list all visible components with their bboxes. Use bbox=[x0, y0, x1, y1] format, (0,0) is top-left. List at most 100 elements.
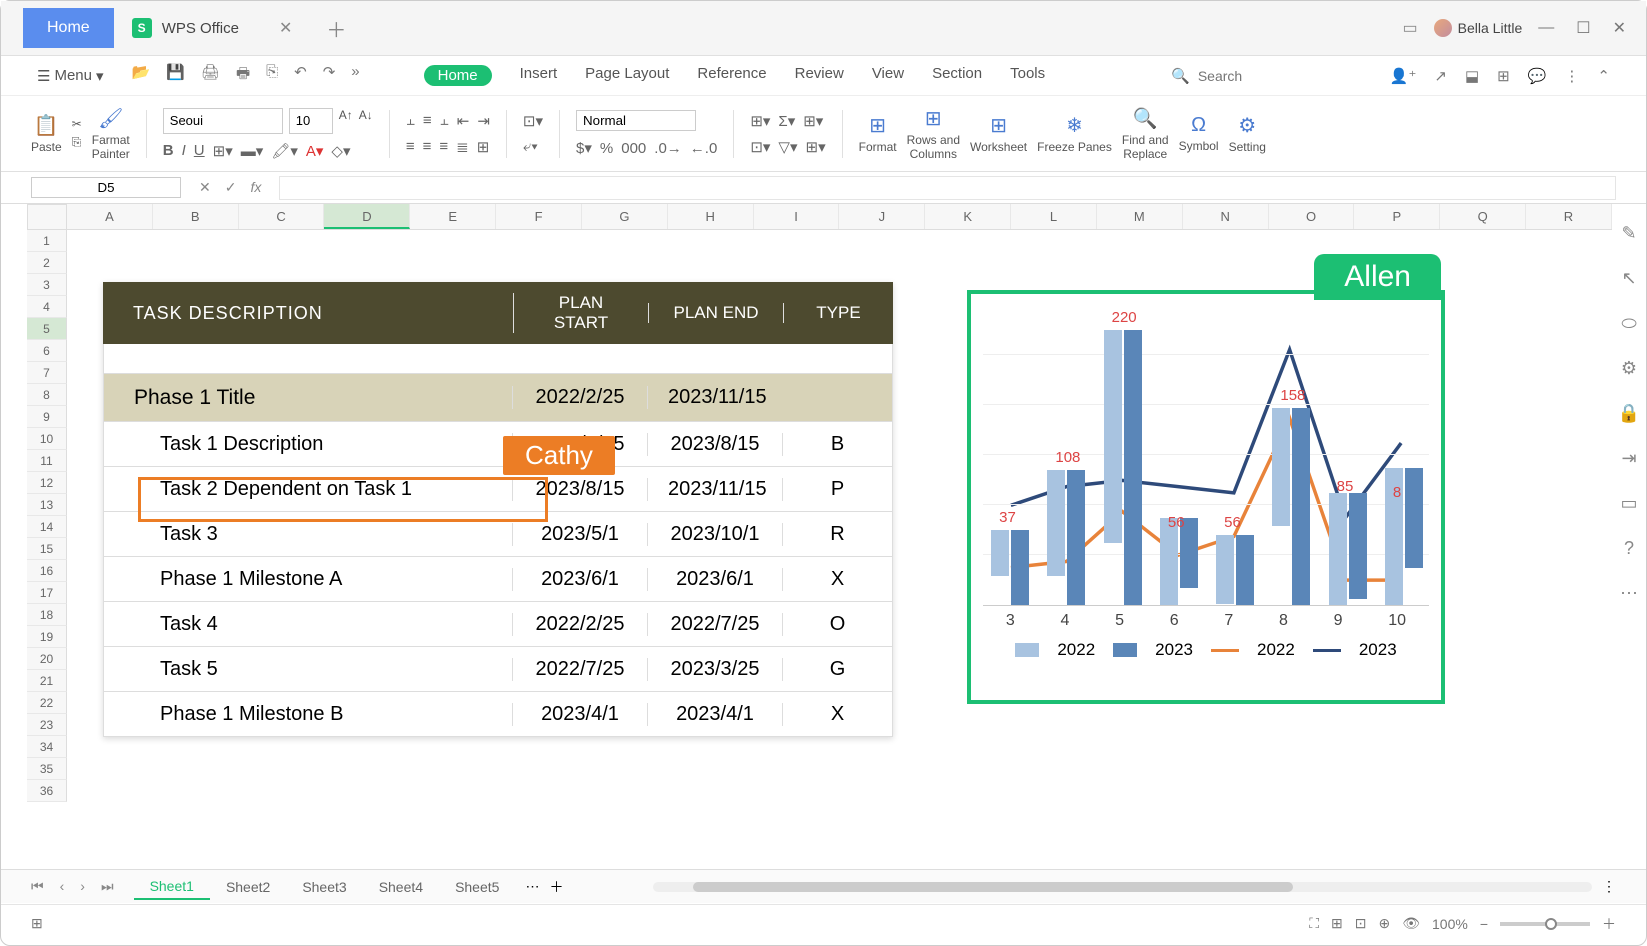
italic-icon[interactable]: I bbox=[182, 142, 186, 159]
hamburger-menu[interactable]: ☰ Menu ▾ bbox=[37, 67, 104, 85]
lock-icon[interactable]: 🔒 bbox=[1618, 403, 1640, 424]
embedded-chart[interactable]: Allen 371082205656158858 345678910 2022 … bbox=[967, 290, 1445, 704]
highlight-icon[interactable]: 🖍▾ bbox=[271, 142, 298, 160]
layout-icon[interactable]: ▭ bbox=[1403, 18, 1418, 38]
save-icon[interactable]: 💾 bbox=[166, 63, 185, 88]
decrease-indent-icon[interactable]: ⇤ bbox=[457, 112, 470, 130]
prev-sheet-icon[interactable]: ‹ bbox=[60, 878, 65, 895]
last-sheet-icon[interactable]: ⏭ bbox=[101, 878, 114, 895]
bold-icon[interactable]: B bbox=[163, 142, 174, 159]
notifications-icon[interactable]: ⊞ bbox=[1497, 67, 1510, 85]
fill-color-icon[interactable]: ▬▾ bbox=[241, 142, 264, 160]
increase-indent-icon[interactable]: ⇥ bbox=[477, 112, 490, 130]
share-icon[interactable]: ↗ bbox=[1434, 67, 1447, 85]
next-sheet-icon[interactable]: › bbox=[80, 878, 85, 895]
align-right-icon[interactable]: ≡ bbox=[439, 138, 448, 155]
merge-icon[interactable]: ⊡▾ bbox=[523, 112, 543, 130]
undo-icon[interactable]: ↶ bbox=[294, 63, 307, 88]
home-app-tab[interactable]: Home bbox=[23, 8, 114, 48]
setting-button[interactable]: ⚙Setting bbox=[1229, 113, 1266, 154]
decrease-decimal-icon[interactable]: ←.0 bbox=[690, 140, 718, 157]
tab-insert[interactable]: Insert bbox=[520, 65, 558, 86]
redo-icon[interactable]: ↷ bbox=[323, 63, 336, 88]
percent-icon[interactable]: % bbox=[600, 140, 613, 157]
new-tab-button[interactable]: ＋ bbox=[326, 14, 346, 43]
fx-icon[interactable]: fx bbox=[250, 179, 261, 196]
document-tab[interactable]: S WPS Office ✕ bbox=[118, 8, 307, 48]
zoom-slider[interactable] bbox=[1500, 922, 1590, 926]
format-button[interactable]: ⊞Format bbox=[859, 113, 897, 154]
view-page-icon[interactable]: ⊡ bbox=[1355, 915, 1367, 932]
panel-icon[interactable]: ▭ bbox=[1620, 493, 1637, 514]
zoom-out-icon[interactable]: − bbox=[1480, 916, 1488, 932]
export-icon[interactable]: ⎘ bbox=[266, 63, 278, 88]
font-size-select[interactable] bbox=[289, 108, 333, 134]
table-style-icon[interactable]: ⊞▾ bbox=[750, 112, 770, 130]
autosum-icon[interactable]: Σ▾ bbox=[778, 112, 795, 130]
increase-decimal-icon[interactable]: .0→ bbox=[654, 140, 682, 157]
tab-reference[interactable]: Reference bbox=[697, 65, 766, 86]
table-row[interactable]: Phase 1 Milestone B2023/4/12023/4/1X bbox=[103, 692, 893, 737]
export-side-icon[interactable]: ⇥ bbox=[1621, 448, 1636, 469]
table-row[interactable]: Task 2 Dependent on Task 12023/8/152023/… bbox=[103, 467, 893, 512]
paste-button[interactable]: 📋 Paste bbox=[31, 113, 62, 154]
help-icon[interactable]: ? bbox=[1624, 538, 1634, 559]
maximize-icon[interactable]: ☐ bbox=[1576, 18, 1590, 38]
rows-cols-button[interactable]: ⊞Rows and Columns bbox=[907, 106, 960, 161]
collapse-ribbon-icon[interactable]: ⌃ bbox=[1597, 67, 1610, 85]
filter-icon[interactable]: ▽▾ bbox=[778, 138, 797, 156]
sort-icon[interactable]: ⊞▾ bbox=[803, 112, 823, 130]
table-row[interactable]: Task 32023/5/12023/10/1R bbox=[103, 512, 893, 557]
select-all-corner[interactable] bbox=[27, 204, 67, 230]
sheet-list-icon[interactable]: ⋯ bbox=[525, 878, 539, 895]
justify-icon[interactable]: ≣ bbox=[456, 138, 469, 156]
distribute-icon[interactable]: ⊞ bbox=[477, 138, 490, 156]
worksheet-button[interactable]: ⊞Worksheet bbox=[970, 113, 1027, 154]
print-icon[interactable]: 🖶 bbox=[236, 63, 250, 88]
scroll-options-icon[interactable]: ⋮ bbox=[1602, 878, 1616, 895]
share-user-icon[interactable]: 👤⁺ bbox=[1390, 67, 1417, 85]
horizontal-scrollbar[interactable] bbox=[653, 882, 1592, 892]
formula-input[interactable] bbox=[279, 176, 1616, 200]
cut-icon[interactable]: ✂ bbox=[72, 117, 82, 131]
clear-format-icon[interactable]: ◇▾ bbox=[331, 142, 350, 160]
align-bottom-icon[interactable]: ⫠ bbox=[440, 112, 449, 129]
minimize-icon[interactable]: — bbox=[1538, 19, 1554, 37]
currency-icon[interactable]: $▾ bbox=[576, 139, 592, 157]
number-format-select[interactable] bbox=[576, 110, 696, 131]
cancel-formula-icon[interactable]: ✕ bbox=[199, 179, 211, 196]
tab-page-layout[interactable]: Page Layout bbox=[585, 65, 669, 86]
open-icon[interactable]: 📂 bbox=[132, 63, 151, 88]
sheet-tab-5[interactable]: Sheet5 bbox=[439, 875, 515, 899]
increase-font-icon[interactable]: A↑ bbox=[339, 108, 353, 134]
table-row[interactable]: Task 52022/7/252023/3/25G bbox=[103, 647, 893, 692]
align-center-icon[interactable]: ≡ bbox=[423, 138, 432, 155]
freeze-panes-button[interactable]: ❄Freeze Panes bbox=[1037, 113, 1112, 154]
decrease-font-icon[interactable]: A↓ bbox=[359, 108, 373, 134]
cells-area[interactable]: TASK DESCRIPTION PLAN START PLAN END TYP… bbox=[67, 230, 1612, 804]
tab-view[interactable]: View bbox=[872, 65, 904, 86]
search-input[interactable] bbox=[1198, 68, 1358, 84]
underline-icon[interactable]: U bbox=[194, 142, 205, 159]
cursor-icon[interactable]: ↖ bbox=[1621, 268, 1636, 289]
more-icon[interactable]: ⋯ bbox=[1620, 583, 1638, 604]
tab-tools[interactable]: Tools bbox=[1010, 65, 1045, 86]
cell-style-icon[interactable]: ⊡▾ bbox=[750, 138, 770, 156]
table-row[interactable]: Task 42022/2/252022/7/25O bbox=[103, 602, 893, 647]
align-middle-icon[interactable]: ≡ bbox=[423, 112, 432, 129]
table-row[interactable]: Phase 1 Milestone A2023/6/12023/6/1X bbox=[103, 557, 893, 602]
tab-home[interactable]: Home bbox=[424, 65, 492, 86]
accept-formula-icon[interactable]: ✓ bbox=[225, 179, 237, 196]
close-tab-icon[interactable]: ✕ bbox=[279, 18, 292, 38]
app-menu-icon[interactable]: ⊞ bbox=[31, 915, 43, 932]
sheet-tab-2[interactable]: Sheet2 bbox=[210, 875, 286, 899]
spreadsheet-grid[interactable]: ABCDEFGHIJKLMNOPQR 123456789101112131415… bbox=[1, 204, 1646, 804]
eye-icon[interactable]: 👁 bbox=[1402, 915, 1420, 932]
sheet-tab-4[interactable]: Sheet4 bbox=[363, 875, 439, 899]
tab-review[interactable]: Review bbox=[795, 65, 844, 86]
cloud-icon[interactable]: ⬓ bbox=[1465, 67, 1479, 85]
zoom-level[interactable]: 100% bbox=[1432, 916, 1468, 932]
chat-icon[interactable]: 💬 bbox=[1528, 67, 1547, 85]
view-normal-icon[interactable]: ⊞ bbox=[1331, 915, 1343, 932]
font-color-icon[interactable]: A▾ bbox=[306, 142, 324, 160]
